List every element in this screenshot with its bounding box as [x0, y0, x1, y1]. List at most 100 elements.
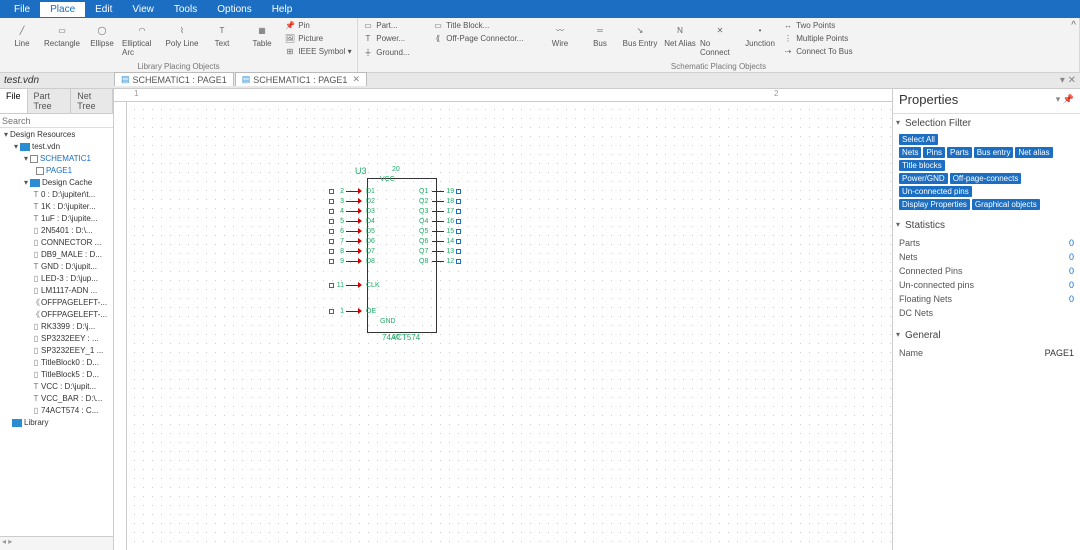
left-panel-dropdown-icon[interactable]: ▾ ✕: [1060, 75, 1076, 86]
close-icon[interactable]: ✕: [352, 74, 360, 85]
tree-cache-item[interactable]: T1K : D:\jupiter...: [2, 201, 113, 213]
pin-button[interactable]: 📌 Pin: [284, 21, 352, 32]
tree-cache-item[interactable]: TGND : D:\jupit...: [2, 261, 113, 273]
tree-cache-item[interactable]: T1uF : D:\jupite...: [2, 213, 113, 225]
pin-right[interactable]: Q416: [419, 216, 461, 226]
filter-chip[interactable]: Net alias: [1015, 147, 1052, 158]
doc-tab-2[interactable]: ▤SCHEMATIC1 : PAGE1✕: [235, 72, 367, 86]
tree-cache-item[interactable]: ▯RK3399 : D:\j...: [2, 321, 113, 333]
ground-icon: ⏚: [362, 47, 374, 58]
wire-button[interactable]: 〰Wire: [540, 19, 580, 48]
twopoints-button[interactable]: ↔ Two Points: [782, 21, 868, 32]
side-tab-file[interactable]: File: [0, 89, 28, 113]
menu-help[interactable]: Help: [262, 2, 303, 17]
rectangle-button[interactable]: ▭Rectangle: [42, 19, 82, 48]
tree-cache-item[interactable]: ▯SP3232EEY : ...: [2, 333, 113, 345]
menu-tools[interactable]: Tools: [164, 2, 207, 17]
ground-button[interactable]: ⏚ Ground...: [362, 47, 428, 60]
menu-file[interactable]: File: [4, 2, 40, 17]
ieee-symbol-button[interactable]: ⊞ IEEE Symbol ▾: [284, 47, 352, 58]
titleblock-button[interactable]: ▭ Title Block...: [432, 21, 538, 32]
filter-chip[interactable]: Nets: [899, 147, 921, 158]
line-button[interactable]: ╱Line: [2, 19, 42, 48]
tree-cache-item[interactable]: TVCC_BAR : D:\...: [2, 393, 113, 405]
section-selection-filter[interactable]: Selection Filter: [893, 114, 1080, 132]
tree-cache-item[interactable]: ▯CONNECTOR ...: [2, 237, 113, 249]
properties-menu-icon[interactable]: ▾ 📌: [1056, 94, 1074, 105]
section-statistics[interactable]: Statistics: [893, 216, 1080, 234]
pin-right[interactable]: Q218: [419, 196, 461, 206]
offpage-button[interactable]: ⟪ Off-Page Connector...: [432, 34, 538, 45]
pin-right[interactable]: Q317: [419, 206, 461, 216]
filter-chip[interactable]: Graphical objects: [972, 199, 1040, 210]
pin-right[interactable]: Q515: [419, 226, 461, 236]
power-button[interactable]: T Power...: [362, 34, 428, 45]
multipoints-button[interactable]: ⋮ Multiple Points: [782, 34, 868, 45]
polyline-button[interactable]: ⌇Poly Line: [162, 19, 202, 48]
ribbon-collapse-icon[interactable]: ^: [1071, 20, 1076, 31]
pin-left[interactable]: 8D7: [329, 246, 375, 256]
pin-left[interactable]: 5D4: [329, 216, 375, 226]
pin-left[interactable]: 11CLK: [329, 280, 380, 290]
section-general[interactable]: General: [893, 326, 1080, 344]
filter-chip[interactable]: Pins: [923, 147, 945, 158]
pin-left[interactable]: 1OE: [329, 306, 376, 316]
filter-chip[interactable]: Un-connected pins: [899, 186, 972, 197]
pin-left[interactable]: 6D5: [329, 226, 375, 236]
filter-chip[interactable]: Power/GND: [899, 173, 948, 184]
netalias-button[interactable]: NNet Alias: [660, 19, 700, 48]
pin-left[interactable]: 3D2: [329, 196, 375, 206]
connectbus-button[interactable]: ⇢ Connect To Bus: [782, 47, 868, 58]
picture-button[interactable]: 🖼 Picture: [284, 34, 352, 45]
pin-right[interactable]: Q713: [419, 246, 461, 256]
tree-cache-item[interactable]: TVCC : D:\jupit...: [2, 381, 113, 393]
menu-edit[interactable]: Edit: [85, 2, 122, 17]
doc-tab-1[interactable]: ▤SCHEMATIC1 : PAGE1: [114, 72, 234, 86]
filter-chip[interactable]: Display Properties: [899, 199, 970, 210]
canvas[interactable]: 1 2 U3 74ACT574 20 VCC GND 10 2D13D24D35…: [114, 89, 892, 550]
pin-left[interactable]: 4D3: [329, 206, 375, 216]
menu-place[interactable]: Place: [40, 2, 85, 17]
bus-button[interactable]: ═Bus: [580, 19, 620, 48]
filter-chip[interactable]: Title blocks: [899, 160, 945, 171]
filter-chip[interactable]: Off-page-connects: [950, 173, 1022, 184]
group-schematic-title: Schematic Placing Objects: [360, 62, 1077, 72]
arc-button[interactable]: ◠Elliptical Arc: [122, 19, 162, 57]
properties-panel: Properties ▾ 📌 Selection Filter Select A…: [892, 89, 1080, 550]
tree-cache-item[interactable]: ▯SP3232EEY_1 ...: [2, 345, 113, 357]
tree-cache-item[interactable]: ▯TitleBlock5 : D...: [2, 369, 113, 381]
junction-button[interactable]: •Junction: [740, 19, 780, 48]
tree-cache-item[interactable]: ▯LED-3 : D:\jup...: [2, 273, 113, 285]
tree-cache-item[interactable]: ▯74ACT574 : C...: [2, 405, 113, 417]
pin-right[interactable]: Q614: [419, 236, 461, 246]
pin-left[interactable]: 2D1: [329, 186, 375, 196]
tree-cache-item[interactable]: 《OFFPAGELEFT-...: [2, 309, 113, 321]
pin-left[interactable]: 7D6: [329, 236, 375, 246]
table-button[interactable]: ▦Table: [242, 19, 282, 48]
side-tab-nettree[interactable]: Net Tree: [71, 89, 113, 113]
noconnect-button[interactable]: ✕No Connect: [700, 19, 740, 57]
filter-chip[interactable]: Bus entry: [974, 147, 1014, 158]
pin-left[interactable]: 9D8: [329, 256, 375, 266]
side-tab-parttree[interactable]: Part Tree: [28, 89, 72, 113]
busentry-button[interactable]: ↘Bus Entry: [620, 19, 660, 48]
filter-chip[interactable]: Select All: [899, 134, 938, 145]
pin-right[interactable]: Q119: [419, 186, 461, 196]
tree-cache-item[interactable]: ▯DB9_MALE : D...: [2, 249, 113, 261]
tree-cache-item[interactable]: ▯2N5401 : D:\...: [2, 225, 113, 237]
menu-view[interactable]: View: [122, 2, 164, 17]
search-input[interactable]: [2, 116, 114, 126]
tree-cache-item[interactable]: T0 : D:\jupiter\t...: [2, 189, 113, 201]
tree[interactable]: ▾Design Resources ▾test.vdn ▾SCHEMATIC1 …: [0, 128, 113, 429]
part-button[interactable]: ▭ Part...: [362, 21, 428, 32]
text-button[interactable]: TText: [202, 19, 242, 48]
noconnect-icon: ✕: [709, 21, 731, 39]
tree-cache-item[interactable]: 《OFFPAGELEFT-...: [2, 297, 113, 309]
tree-cache-item[interactable]: ▯LM1117-ADN ...: [2, 285, 113, 297]
menu-options[interactable]: Options: [207, 2, 261, 17]
schematic-icon: [30, 155, 38, 163]
pin-right[interactable]: Q812: [419, 256, 461, 266]
filter-chip[interactable]: Parts: [947, 147, 972, 158]
ellipse-button[interactable]: ◯Ellipse: [82, 19, 122, 48]
tree-cache-item[interactable]: ▯TitleBlock0 : D...: [2, 357, 113, 369]
